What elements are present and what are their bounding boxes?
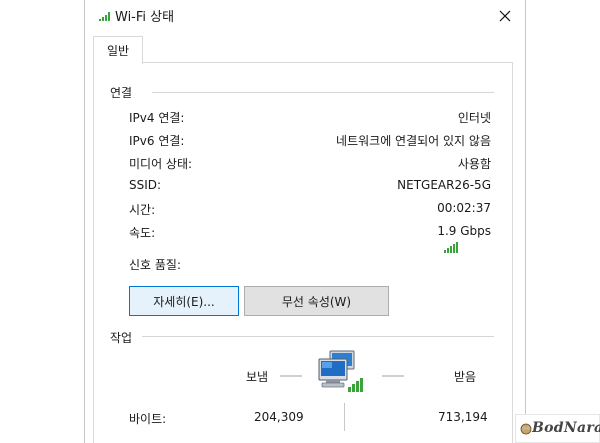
received-bytes-value: 713,194 <box>438 410 488 424</box>
ipv6-value: 네트워크에 연결되어 있지 않음 <box>336 134 491 148</box>
speed-value: 1.9 Gbps <box>437 224 491 238</box>
sent-bytes-value: 204,309 <box>254 410 304 424</box>
ssid-value: NETGEAR26-5G <box>397 178 491 192</box>
signal-quality-label: 신호 품질: <box>129 258 182 272</box>
media-state-label: 미디어 상태: <box>129 157 193 171</box>
received-dash <box>382 375 404 377</box>
signal-icon <box>99 12 110 21</box>
bytes-label: 바이트: <box>129 412 167 426</box>
ipv4-label: IPv4 연결: <box>129 111 185 125</box>
ipv6-label: IPv6 연결: <box>129 134 185 148</box>
duration-label: 시간: <box>129 203 156 217</box>
close-button[interactable] <box>485 0 525 32</box>
received-label: 받음 <box>454 370 477 384</box>
close-icon <box>499 10 511 22</box>
activity-group-title: 작업 <box>110 331 133 345</box>
wireless-properties-button[interactable]: 무선 속성(W) <box>244 286 389 316</box>
sent-label: 보냄 <box>246 370 269 384</box>
tab-general[interactable]: 일반 <box>93 36 143 64</box>
speed-label: 속도: <box>129 226 156 240</box>
title-bar: Wi-Fi 상태 <box>85 0 525 32</box>
bytes-separator <box>344 403 345 431</box>
ssid-label: SSID: <box>129 178 162 192</box>
general-panel: 연결 IPv4 연결: 인터넷 IPv6 연결: 네트워크에 연결되어 있지 않… <box>93 62 513 443</box>
owl-icon <box>520 423 532 435</box>
tab-strip: 일반 <box>85 34 525 64</box>
signal-bar <box>447 248 449 253</box>
signal-bar <box>456 242 458 253</box>
ipv4-value: 인터넷 <box>457 111 491 125</box>
connection-group-title: 연결 <box>110 86 133 100</box>
signal-bar <box>450 246 452 253</box>
wifi-status-window: Wi-Fi 상태 일반 연결 IPv4 연결: 인터넷 IPv6 연결: 네트워… <box>84 0 526 443</box>
signal-bar <box>453 244 455 253</box>
signal-bars-icon <box>444 242 458 253</box>
watermark-text: BodNara <box>532 420 600 436</box>
network-computers-icon <box>318 350 363 392</box>
connection-divider <box>152 92 494 93</box>
window-title: Wi-Fi 상태 <box>115 10 175 25</box>
sent-dash <box>280 375 302 377</box>
activity-divider <box>142 336 494 337</box>
media-state-value: 사용함 <box>457 157 491 171</box>
duration-value: 00:02:37 <box>437 201 491 215</box>
signal-bar <box>444 250 446 253</box>
watermark-logo: BodNara <box>515 414 600 443</box>
details-button[interactable]: 자세히(E)... <box>129 286 239 316</box>
